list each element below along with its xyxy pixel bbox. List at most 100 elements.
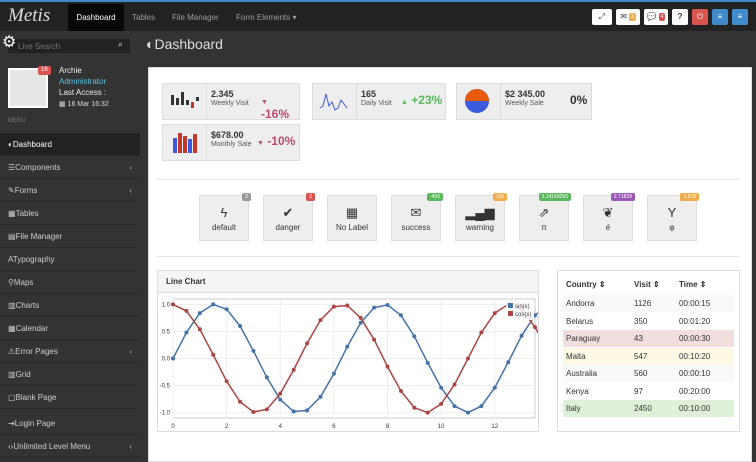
signal-icon: ▂▄▆ bbox=[465, 205, 495, 220]
sidebar-item-calendar[interactable]: ▦Calendar bbox=[0, 317, 140, 340]
nav-file-manager[interactable]: File Manager bbox=[172, 4, 219, 33]
quick-button-label: default bbox=[211, 223, 237, 232]
data-point bbox=[318, 394, 323, 399]
sidebar-item-charts[interactable]: ▥Charts bbox=[0, 294, 140, 317]
data-point bbox=[412, 405, 417, 410]
caret-up-icon: ▲ bbox=[401, 99, 408, 106]
data-point bbox=[479, 330, 484, 335]
stat-label: Daily Visit bbox=[361, 100, 392, 107]
nav-form-elements[interactable]: Form Elements ▾ bbox=[236, 4, 296, 33]
data-point bbox=[358, 315, 363, 320]
quick-button-e[interactable]: ❦ é 2.71828 bbox=[583, 193, 635, 241]
data-point bbox=[492, 311, 497, 316]
data-point bbox=[331, 371, 336, 376]
nav-tables[interactable]: Tables bbox=[132, 4, 155, 33]
square-icon: ▢ bbox=[8, 393, 16, 402]
envelope-icon: ✉ bbox=[410, 205, 422, 220]
caret-down-icon: ▾ bbox=[292, 13, 297, 22]
sidebar-item-grid[interactable]: ▥Grid bbox=[0, 363, 140, 386]
search-input[interactable] bbox=[8, 39, 130, 53]
quick-button-pi[interactable]: ⇗ π 3.14159265 bbox=[519, 193, 571, 241]
x-tick-label: 6 bbox=[332, 424, 336, 430]
quick-button-label: No Label bbox=[335, 223, 369, 232]
sidebar-item-file-manager[interactable]: ▤File Manager bbox=[0, 225, 140, 248]
data-point bbox=[465, 410, 470, 415]
stat-weekly-sale: $2 345.00 Weekly Sale 0% bbox=[456, 83, 592, 120]
column-header-visit[interactable]: Visit ⇕ bbox=[634, 280, 660, 289]
nav-dashboard[interactable]: Dashboard bbox=[68, 4, 124, 33]
data-point bbox=[372, 337, 377, 342]
cell-country: Andorra bbox=[566, 299, 595, 308]
quick-button-default[interactable]: ϟ default 2 bbox=[199, 193, 251, 241]
data-point bbox=[184, 330, 189, 335]
cell-time: 00:00:15 bbox=[679, 299, 711, 308]
search-icon[interactable]: ⌕ bbox=[118, 39, 123, 50]
file-icon: ▤ bbox=[8, 232, 16, 241]
comments-button[interactable]: 💬 4 bbox=[644, 9, 668, 25]
bar-sparkline-icon bbox=[163, 125, 207, 160]
stat-change-text: -16% bbox=[261, 107, 290, 121]
sidebar-item-typography[interactable]: ATypography bbox=[0, 248, 140, 271]
table-row: Australia 560 00:00:10 bbox=[563, 365, 734, 382]
stat-label: Monthly Sale bbox=[211, 141, 252, 148]
quick-button-no-label[interactable]: ▦ No Label bbox=[327, 195, 377, 241]
gear-icon[interactable]: ⚙ bbox=[2, 32, 16, 52]
building-icon: ▦ bbox=[345, 205, 359, 220]
nav-form-elements-label: Form Elements bbox=[236, 13, 291, 22]
sidebar-item-blank-page[interactable]: ▢Blank Page bbox=[0, 386, 140, 409]
sidebar-item-tables[interactable]: ▦Tables bbox=[0, 202, 140, 225]
quick-button-label: warning bbox=[465, 223, 494, 232]
data-point bbox=[211, 352, 216, 357]
bolt-icon: ϟ bbox=[220, 205, 228, 220]
data-point bbox=[238, 399, 243, 404]
column-header-time[interactable]: Time ⇕ bbox=[679, 280, 706, 289]
user-panel: 16 Archie Administrator Last Access : ▦ … bbox=[0, 60, 140, 118]
quick-button-warning[interactable]: ▂▄▆ warning +25 bbox=[455, 193, 507, 241]
brand-logo[interactable]: Metis bbox=[8, 5, 50, 27]
y-tick-label: -0.5 bbox=[160, 384, 171, 390]
stat-value: $678.00 bbox=[211, 130, 244, 140]
data-point bbox=[305, 408, 310, 413]
stat-change-text: -10% bbox=[267, 134, 296, 148]
quick-button-phi[interactable]: Yφ 1.618 bbox=[647, 193, 699, 241]
last-access-label: Last Access : bbox=[59, 88, 107, 97]
column-header-visit-label: Visit bbox=[634, 280, 651, 289]
stat-label: Weekly Visit bbox=[211, 100, 249, 107]
sidebar-item-unlimited-level-menu[interactable]: ‹›Unlimited Level Menu ‹ bbox=[0, 435, 140, 458]
sort-icon: ⇕ bbox=[699, 280, 707, 289]
quick-button-success[interactable]: ✉ success -456 bbox=[391, 193, 443, 241]
sidebar-item-forms[interactable]: ✎Forms ‹ bbox=[0, 179, 140, 202]
sidebar-item-label: Typography bbox=[12, 255, 55, 264]
quick-button-badge: 2 bbox=[306, 193, 315, 201]
messages-button[interactable]: ✉ 3 bbox=[616, 9, 640, 25]
quick-button-danger[interactable]: ✔ danger 2 bbox=[263, 193, 315, 241]
line-chart: 1.0 0.5 0.0 -0.5 -1.0 0 2 4 6 8 10 12 sin(x) cos(x) bbox=[160, 298, 538, 430]
toggle-right-menu-button[interactable]: ≡ bbox=[732, 9, 748, 25]
toggle-left-menu-button[interactable]: ≡ bbox=[712, 9, 728, 25]
y-tick-label: 0.5 bbox=[162, 329, 171, 335]
help-button[interactable]: ? bbox=[672, 9, 688, 25]
glass-icon: Y bbox=[667, 205, 677, 220]
caret-down-icon: ▼ bbox=[257, 140, 264, 147]
data-point bbox=[492, 385, 497, 390]
column-header-country[interactable]: Country ⇕ bbox=[566, 280, 606, 289]
sidebar-item-label: Grid bbox=[15, 370, 31, 379]
quick-button-badge: 3.14159265 bbox=[538, 193, 571, 201]
data-point bbox=[465, 356, 470, 361]
sidebar-item-components[interactable]: ☰Components ‹ bbox=[0, 156, 140, 179]
cell-country: Malta bbox=[566, 351, 586, 361]
power-button[interactable]: ⏻ bbox=[692, 9, 708, 25]
cell-time: 00:00:10 bbox=[679, 369, 711, 378]
sidebar-item-dashboard[interactable]: ◐Dashboard bbox=[0, 133, 140, 156]
user-role[interactable]: Administrator bbox=[59, 77, 106, 86]
legend-label: cos(x) bbox=[515, 312, 531, 318]
data-point bbox=[533, 325, 537, 330]
sidebar-item-login-page[interactable]: ⇥Login Page bbox=[0, 412, 140, 435]
cell-country: Paraguay bbox=[566, 334, 601, 343]
data-point bbox=[479, 404, 484, 409]
quick-button-badge: -456 bbox=[426, 193, 443, 201]
power-icon: ⏻ bbox=[696, 12, 704, 21]
fullscreen-button[interactable]: ⤢ bbox=[592, 9, 612, 25]
sidebar-item-error-pages[interactable]: ⚠Error Pages ‹ bbox=[0, 340, 140, 363]
sidebar-item-maps[interactable]: ⚲Maps bbox=[0, 271, 140, 294]
